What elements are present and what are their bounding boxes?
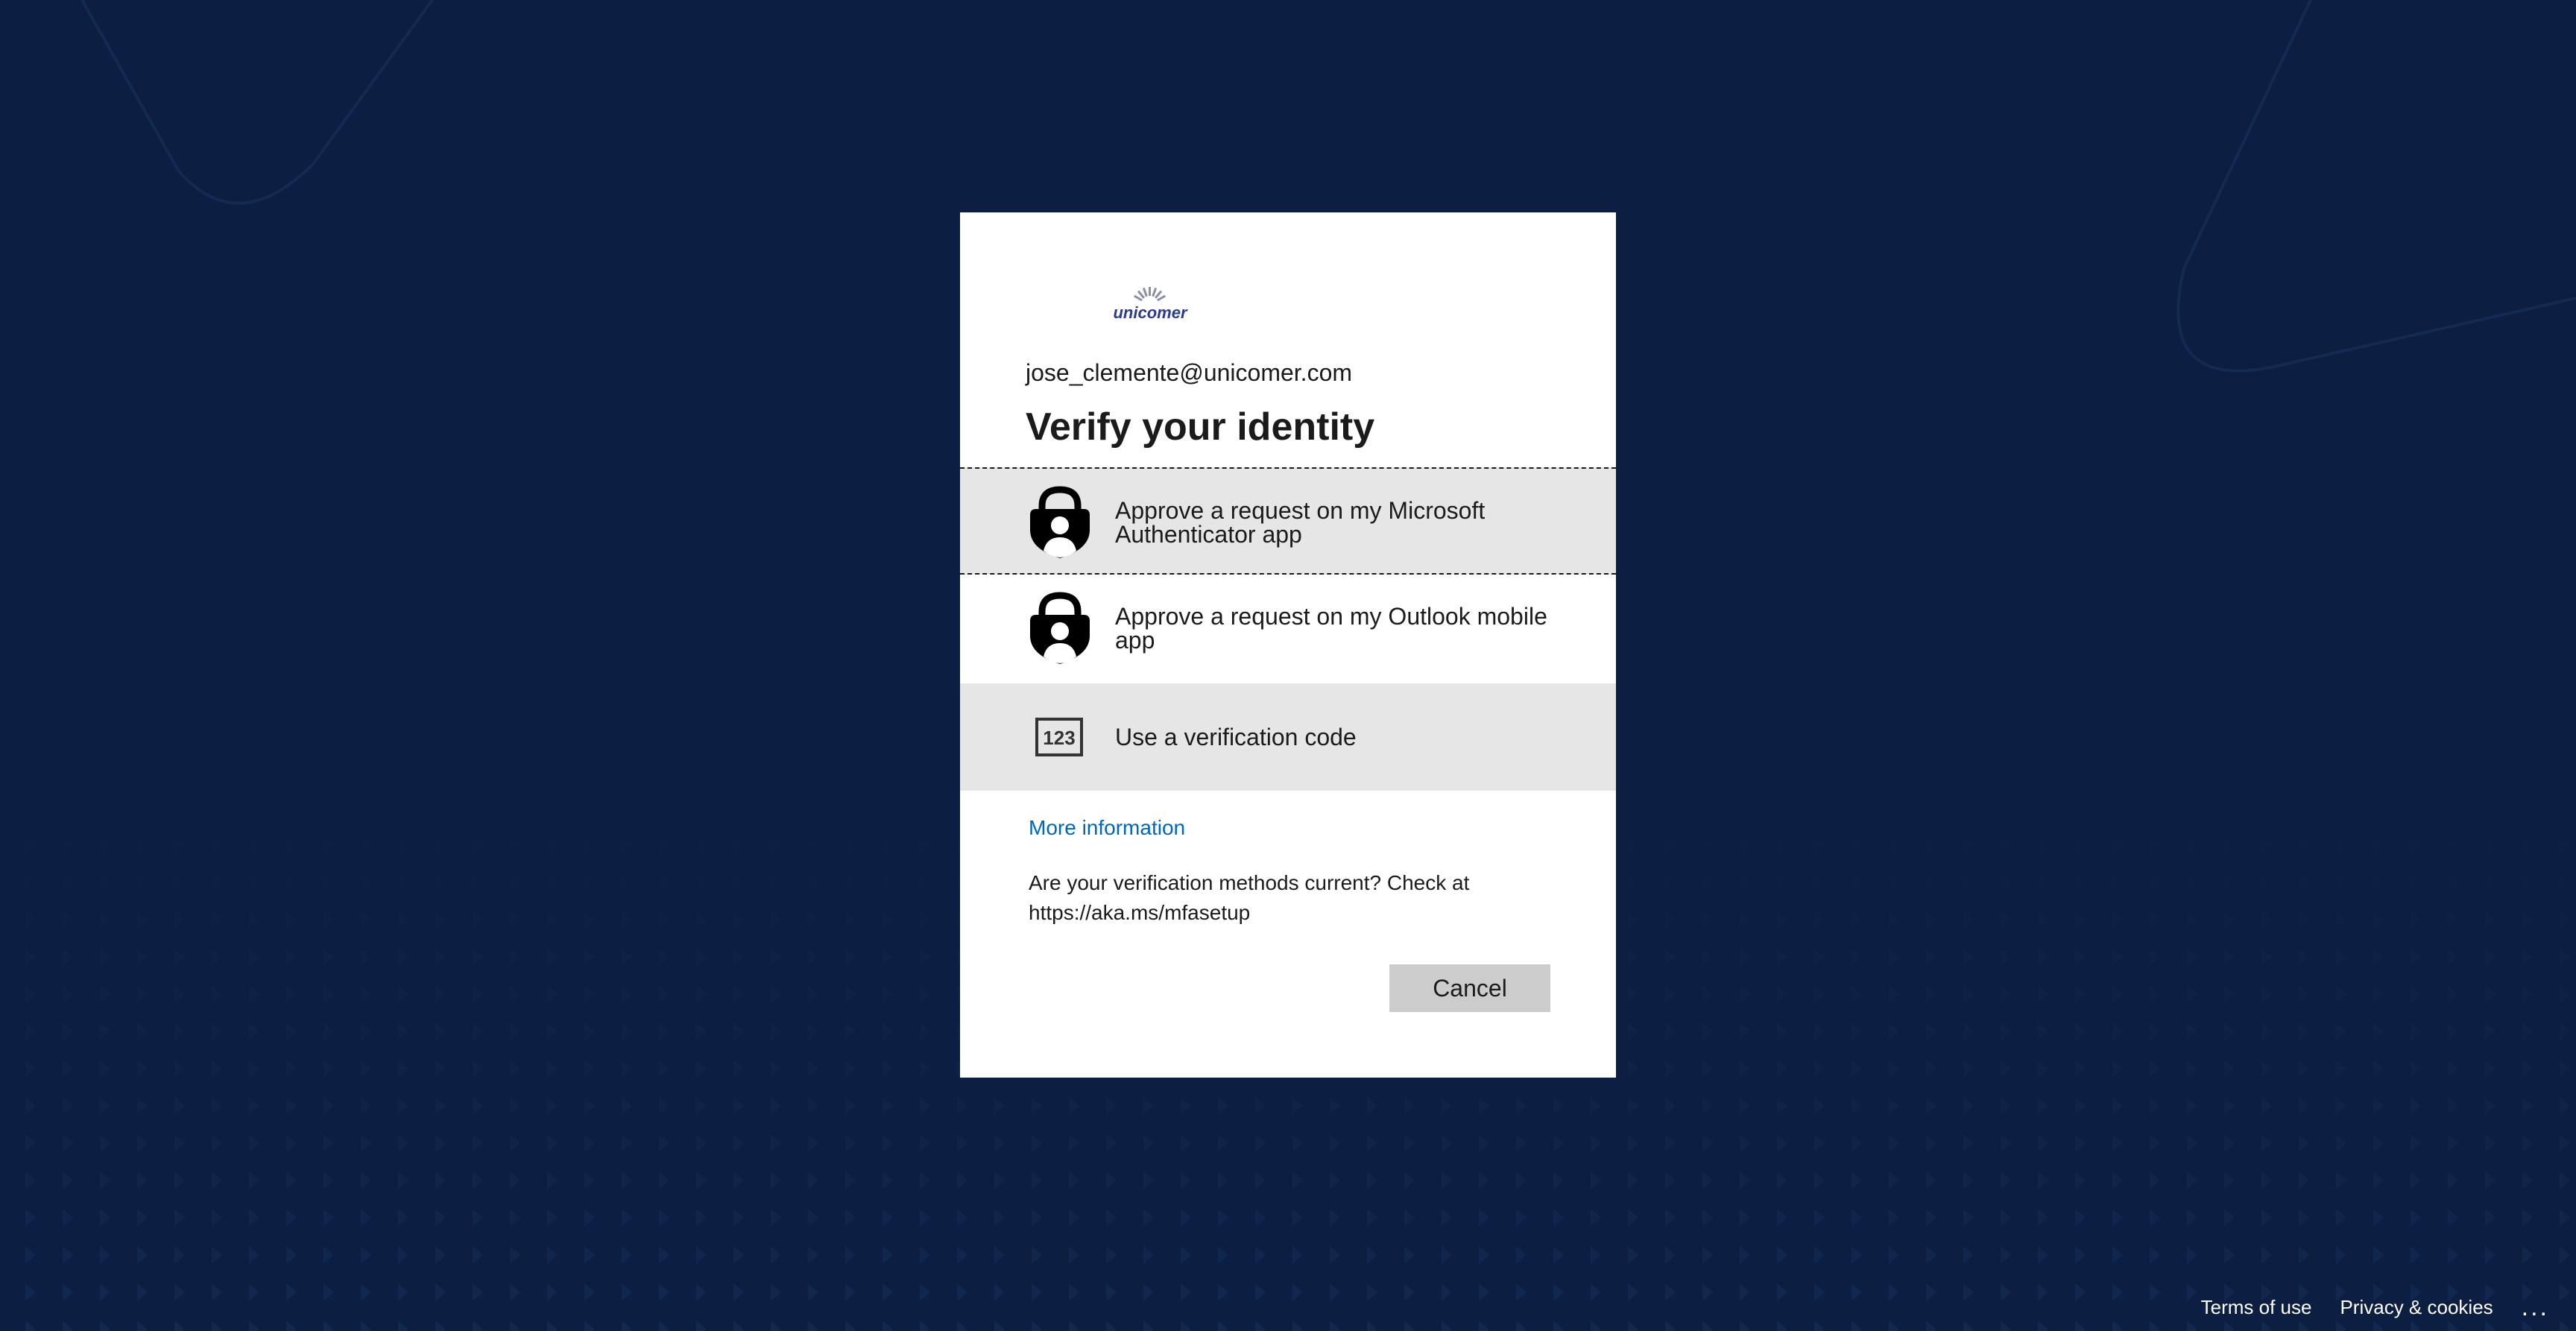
option-outlook-mobile[interactable]: Approve a request on my Outlook mobile a… xyxy=(960,575,1616,682)
code-123-icon: 123 xyxy=(1035,718,1083,756)
more-options-icon[interactable]: ... xyxy=(2522,1294,2549,1320)
option-label: Use a verification code xyxy=(1115,724,1357,750)
option-verification-code[interactable]: 123 Use a verification code xyxy=(960,683,1616,791)
account-email: jose_clemente@unicomer.com xyxy=(1026,359,1353,386)
mfa-setup-notice: Are your verification methods current? C… xyxy=(1029,871,1470,924)
page-background: unicomer jose_clemente@unicomer.com Veri… xyxy=(0,0,2576,1331)
company-logo: unicomer xyxy=(1113,287,1188,322)
authenticator-lock-icon xyxy=(1030,486,1090,558)
cancel-button[interactable]: Cancel xyxy=(1389,964,1550,1012)
option-microsoft-authenticator[interactable]: Approve a request on my Microsoft Authen… xyxy=(960,467,1616,575)
option-label: Approve a request on my Microsoft Authen… xyxy=(1115,497,1486,548)
signin-card: unicomer jose_clemente@unicomer.com Veri… xyxy=(960,212,1616,1078)
terms-of-use-link[interactable]: Terms of use xyxy=(2201,1296,2312,1319)
logo-wordmark: unicomer xyxy=(1113,303,1187,322)
code-icon-digits: 123 xyxy=(1043,727,1075,749)
page-title: Verify your identity xyxy=(1026,405,1375,449)
privacy-cookies-link[interactable]: Privacy & cookies xyxy=(2340,1296,2493,1319)
more-information-link[interactable]: More information xyxy=(1029,816,1185,840)
authenticator-lock-icon xyxy=(1030,592,1090,664)
option-label: Approve a request on my Outlook mobile a… xyxy=(1115,603,1547,654)
footer: Terms of use Privacy & cookies ... xyxy=(2201,1292,2549,1322)
